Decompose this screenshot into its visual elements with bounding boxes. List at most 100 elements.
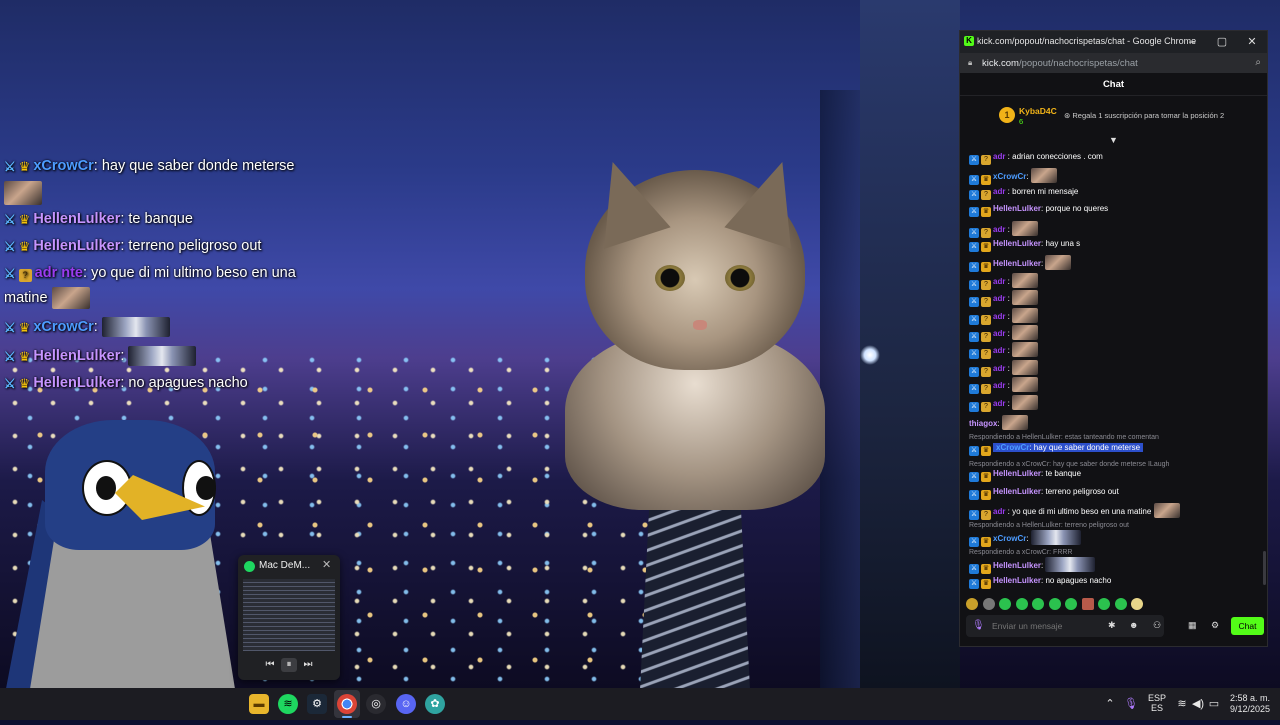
chat-message: ⚔ ♛ HellenLulker: hay una s [969, 239, 1081, 252]
overlay-message: ⚔ ♛ HellenLulker: te banque [4, 211, 193, 227]
address-bar[interactable]: 🔒︎ kick.com/popout/nachocrispetas/chat ⌕ [960, 53, 1267, 73]
sub-badge-icon: ? [981, 314, 991, 325]
next-track-button[interactable]: ⏭ [300, 658, 316, 672]
close-icon[interactable]: ✕ [322, 558, 331, 571]
sub-badge-icon: ? [981, 384, 991, 395]
url-text[interactable]: kick.com/popout/nachocrispetas/chat [982, 58, 1138, 69]
chat-message: ⚔ ♛ HellenLulker: terreno peligroso out [969, 487, 1119, 500]
face-emote-icon [51, 287, 90, 309]
moderator-icon: ⚔ [969, 297, 979, 308]
emoji-icon[interactable]: ☻ [1129, 620, 1138, 630]
chat-message: ⚔? adr : [969, 325, 1039, 342]
pinned-leaderboard[interactable]: 1 KybaD4C 6 ⊛ Regala 1 suscripción para … [960, 97, 1267, 145]
face-emote-icon [1030, 168, 1057, 184]
battery-icon[interactable]: ▭ [1207, 697, 1221, 711]
lamp-light [860, 345, 880, 365]
chat-input-box[interactable]: 🎙︎ ✱ ☻ [966, 615, 1164, 637]
emote-icon[interactable] [1048, 597, 1061, 610]
rank-badge: 1 [999, 107, 1015, 123]
overlay-message: ⚔ ♛ xCrowCr: [4, 317, 170, 337]
emote-icon[interactable] [1131, 597, 1143, 610]
spotify-icon[interactable]: ≋ [278, 694, 298, 714]
previous-track-button[interactable]: ⏮ [262, 658, 278, 672]
maximize-button[interactable]: ▢ [1211, 33, 1233, 51]
chat-header: Chat [960, 75, 1267, 96]
crown-icon: ♛ [18, 212, 31, 227]
collapse-icon[interactable]: ▼ [1109, 135, 1118, 145]
chat-message: ⚔ ♛ HellenLulker: porque no queres [969, 204, 1109, 218]
reply-context: Respondiendo a HellenLulker: estas tante… [969, 434, 1159, 441]
gift-sub-prompt[interactable]: ⊛ Regala 1 suscripción para tomar la pos… [1064, 111, 1224, 120]
face-emote-icon [1012, 290, 1039, 306]
face-emote-icon [1012, 394, 1039, 410]
chat-message: ⚔ ♛ HellenLulker: no apagues nacho [969, 576, 1112, 589]
overlay-message: ⚔ ♛ HellenLulker: [4, 346, 197, 366]
emote-icon[interactable] [1015, 597, 1028, 610]
title-bar[interactable]: K kick.com/popout/nachocrispetas/chat - … [960, 31, 1267, 53]
face-emote-icon [1045, 255, 1072, 271]
emote-icon[interactable] [1081, 597, 1094, 610]
chat-message: ⚔ ♛ xCrowCr: [969, 530, 1081, 547]
moderator-icon: ⚔ [969, 366, 979, 377]
moderator-icon: ⚔ [4, 212, 16, 227]
overlay-message: ⚔? adr nte: yo que di mi ultimo beso en u… [4, 265, 296, 282]
file-explorer-icon[interactable]: ▬ [249, 694, 269, 714]
chrome-window[interactable]: K kick.com/popout/nachocrispetas/chat - … [959, 30, 1268, 647]
emote-icon[interactable] [1032, 597, 1044, 610]
gift-count: 6 [1019, 117, 1024, 126]
translate-icon[interactable]: ✱ [1108, 620, 1116, 631]
chat-message: ⚔ ♛ xCrowCr: [969, 168, 1057, 186]
send-chat-button[interactable]: Chat [1231, 617, 1264, 635]
discord-icon[interactable]: ☺ [396, 694, 416, 714]
speaker-icon[interactable]: ◀) [1191, 697, 1205, 711]
emote-icon[interactable] [982, 597, 995, 610]
chat-message: ⚔? adr : yo que di mi ultimo beso en una … [969, 503, 1180, 520]
moderator-icon: ⚔ [969, 189, 979, 200]
language-indicator[interactable]: ESP ES [1148, 693, 1166, 725]
pause-button[interactable]: ⏸ [281, 658, 297, 672]
message-input[interactable] [992, 621, 1092, 631]
microphone-icon[interactable]: 🎙︎ [972, 620, 985, 631]
microphone-icon[interactable]: 🎙︎ [1124, 697, 1138, 711]
chat-message: ⚔ ♛ HellenLulker: te banque [969, 469, 1082, 482]
chat-message: ⚔? adr : [969, 272, 1039, 290]
settings-icon[interactable]: ⚙ [1211, 620, 1219, 631]
chat-messages[interactable]: ⚔? adr : adrian conecciones . com ⚔ ♛ xCrowC… [960, 149, 1267, 589]
emote-icon[interactable] [1098, 597, 1110, 610]
leader-username[interactable]: KybaD4C [1019, 106, 1057, 116]
minimize-button[interactable]: – [1181, 33, 1203, 51]
emote-icon[interactable] [966, 597, 978, 610]
chat-message: ⚔ ♛ HellenLulker: [969, 255, 1072, 273]
sub-badge-icon: ? [981, 510, 991, 520]
moderator-icon: ⚔ [969, 446, 979, 456]
wifi-icon[interactable]: ≋ [1175, 697, 1189, 711]
gift-icon[interactable]: ▦ [1188, 620, 1197, 631]
search-icon[interactable]: ⌕ [1255, 57, 1261, 68]
emote-icon[interactable] [999, 597, 1011, 610]
taskbar[interactable]: ▬ ≋ ⚙ ◎ ☺ ✿ ⌃ 🎙︎ ESP ES ≋ ◀) ▭ 2:58 a. m.… [0, 688, 1280, 720]
spotify-mini-player[interactable]: Mac DeM... ✕ ⏮ ⏸ ⏭ [238, 555, 340, 680]
chat-message: ⚔? adr : [969, 359, 1039, 377]
quick-emote-bar[interactable] [966, 595, 1266, 611]
face-emote-icon [1153, 503, 1180, 518]
emote-icon[interactable] [1065, 597, 1077, 610]
chat-scrollbar[interactable] [1263, 551, 1266, 585]
emote-icon[interactable] [1114, 597, 1127, 610]
overlay-message: ⚔ ♛ xCrowCr: hay que saber donde meterse [4, 158, 295, 174]
clock[interactable]: 2:58 a. m. 9/12/2025 [1226, 693, 1270, 725]
chat-message: ⚔? adr : [969, 220, 1039, 238]
steam-icon[interactable]: ⚙ [307, 694, 327, 714]
crown-icon: ♛ [981, 207, 991, 218]
moderator-icon: ⚔ [969, 207, 979, 218]
obs-icon[interactable]: ◎ [366, 694, 386, 714]
chevron-up-icon[interactable]: ⌃ [1103, 697, 1117, 711]
app-icon[interactable]: ✿ [425, 694, 445, 714]
close-window-button[interactable]: ✕ [1241, 33, 1263, 51]
users-icon[interactable]: ⚇ [1153, 620, 1161, 631]
chrome-icon[interactable] [337, 694, 357, 714]
crown-icon: ♛ [981, 262, 991, 273]
crown-icon: ♛ [981, 490, 991, 500]
spotify-thumbnail[interactable] [243, 579, 335, 651]
face-emote-icon [1012, 307, 1039, 323]
moderator-icon: ⚔ [4, 159, 16, 174]
